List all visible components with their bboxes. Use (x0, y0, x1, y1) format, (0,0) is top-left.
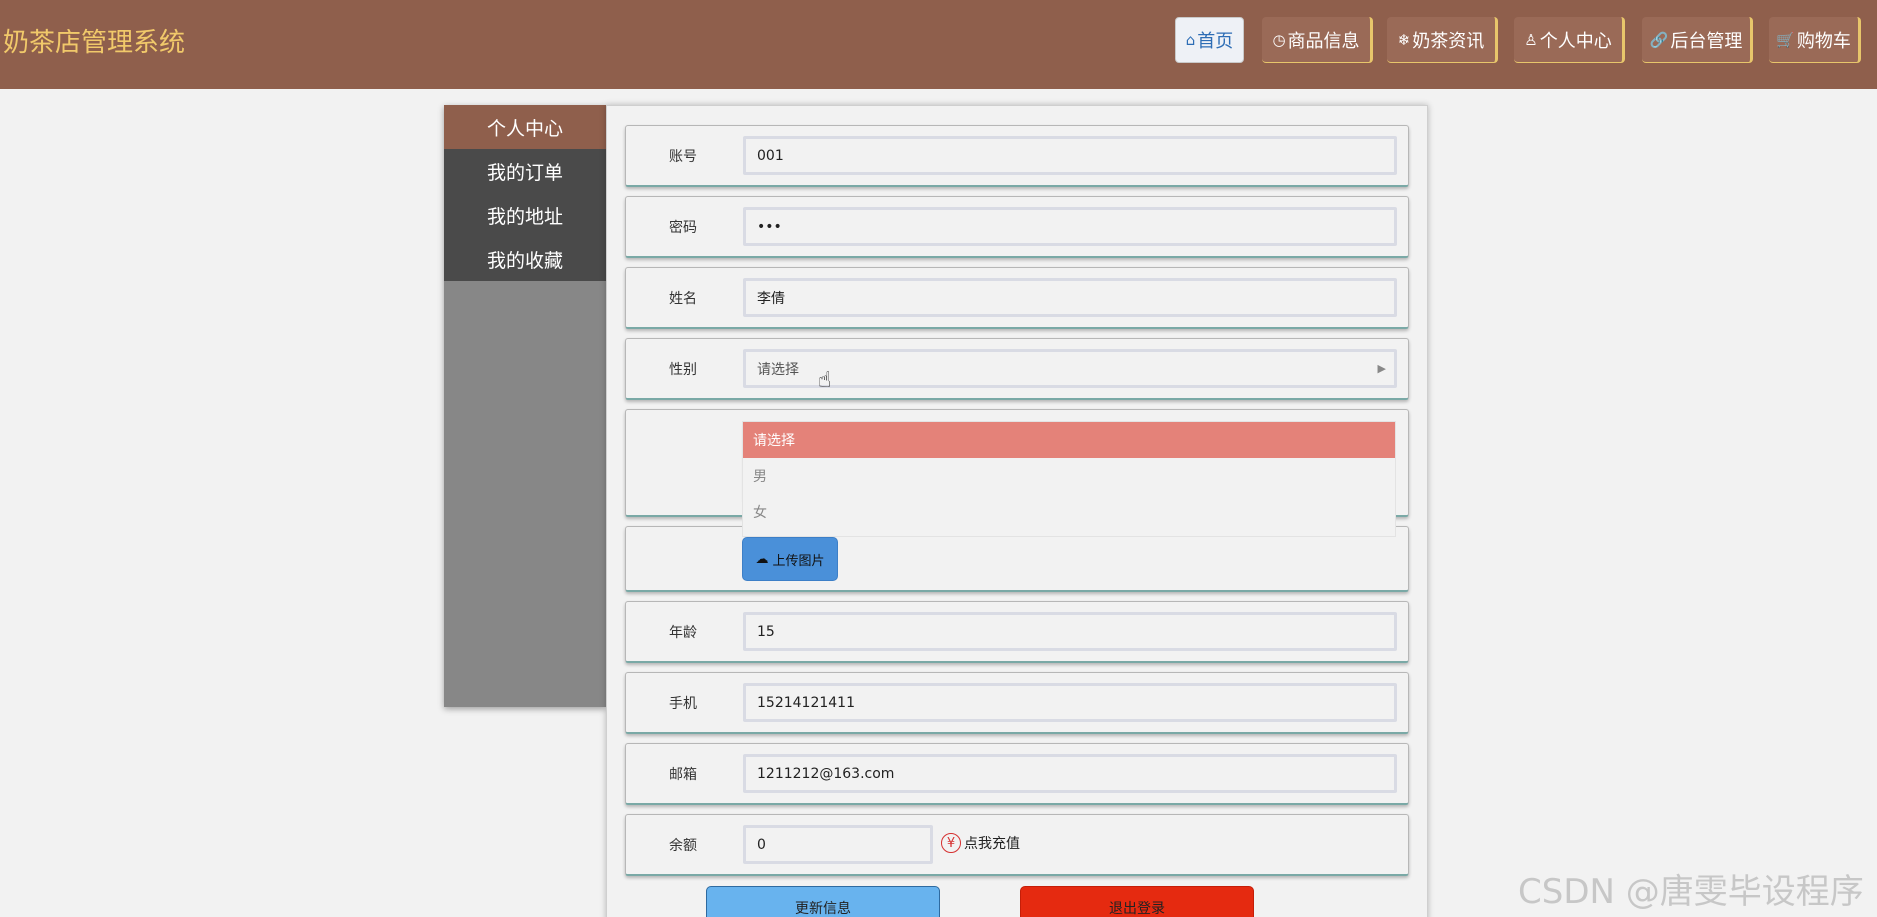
email-row: 邮箱 1211212@163.com (625, 743, 1409, 805)
gender-option[interactable]: 请选择 (743, 422, 1395, 458)
upload-image-label: 上传图片 (772, 553, 825, 569)
home-icon: ⌂ (1185, 31, 1196, 49)
account-input[interactable]: 001 (743, 136, 1397, 175)
email-label: 邮箱 (669, 767, 697, 783)
user-icon: ♙ (1524, 30, 1538, 49)
nav-products-label: 商品信息 (1287, 30, 1360, 52)
nav-home[interactable]: ⌂ 首页 (1175, 17, 1244, 63)
phone-input[interactable]: 15214121411 (743, 683, 1397, 722)
nav-admin-label: 后台管理 (1670, 30, 1743, 52)
sidebar-item-addresses[interactable]: 我的地址 (444, 193, 606, 237)
nav-cart[interactable]: 🛒 购物车 (1769, 17, 1861, 63)
balance-label: 余额 (669, 838, 697, 854)
recharge-label: 点我充值 (964, 836, 1020, 852)
recharge-link[interactable]: ¥ 点我充值 (941, 833, 1020, 853)
sidebar-item-profile[interactable]: 个人中心 (444, 105, 606, 149)
nav-products[interactable]: ◷ 商品信息 (1262, 17, 1373, 63)
hand-cursor-icon: ☝ (818, 368, 832, 393)
gender-row: 性别 请选择 ▶ (625, 338, 1409, 400)
cart-icon: 🛒 (1776, 30, 1795, 49)
gender-dropdown: 请选择 男 女 (742, 421, 1396, 537)
select-arrow-icon: ▶ (1377, 362, 1386, 375)
sidebar: 个人中心 我的订单 我的地址 我的收藏 (444, 105, 606, 707)
nav-admin[interactable]: 🔗 后台管理 (1642, 17, 1753, 63)
logout-button[interactable]: 退出登录 (1020, 886, 1254, 917)
gender-option[interactable]: 男 (743, 458, 1395, 494)
gender-select-value: 请选择 (757, 361, 799, 378)
site-brand[interactable]: 奶茶店管理系统 (3, 22, 185, 59)
nav-cart-label: 购物车 (1796, 30, 1851, 52)
yen-icon: ¥ (941, 833, 961, 853)
cloud-upload-icon: ☁ (755, 551, 769, 567)
link-icon: 🔗 (1649, 30, 1669, 49)
nav-home-label: 首页 (1197, 31, 1234, 52)
account-row: 账号 001 (625, 125, 1409, 187)
gender-option[interactable]: 女 (743, 494, 1395, 530)
age-input[interactable]: 15 (743, 612, 1397, 651)
phone-row: 手机 15214121411 (625, 672, 1409, 734)
watermark: CSDN @唐雯毕设程序 (1518, 872, 1864, 912)
clock-icon: ◷ (1272, 30, 1286, 49)
nav-news[interactable]: ❄ 奶茶资讯 (1387, 17, 1498, 63)
gender-select[interactable]: 请选择 ▶ (743, 349, 1397, 388)
nav-profile-label: 个人中心 (1539, 30, 1612, 52)
age-row: 年龄 15 (625, 601, 1409, 663)
password-label: 密码 (669, 220, 697, 236)
top-header: 奶茶店管理系统 ⌂ 首页 ◷ 商品信息 ❄ 奶茶资讯 ♙ 个人中心 🔗 后台管理… (0, 0, 1877, 89)
nav-profile[interactable]: ♙ 个人中心 (1514, 17, 1625, 63)
gender-label: 性别 (669, 362, 697, 378)
account-label: 账号 (669, 149, 697, 165)
sidebar-item-orders[interactable]: 我的订单 (444, 149, 606, 193)
balance-input[interactable]: 0 (743, 825, 933, 864)
update-info-button[interactable]: 更新信息 (706, 886, 940, 917)
email-input[interactable]: 1211212@163.com (743, 754, 1397, 793)
upload-image-button[interactable]: ☁ 上传图片 (742, 537, 838, 581)
password-input[interactable]: ••• (743, 207, 1397, 246)
name-label: 姓名 (669, 291, 697, 307)
name-input[interactable]: 李倩 (743, 278, 1397, 317)
age-label: 年龄 (669, 625, 697, 641)
sidebar-item-favorites[interactable]: 我的收藏 (444, 237, 606, 281)
phone-label: 手机 (669, 696, 697, 712)
snowflake-icon: ❄ (1397, 30, 1411, 49)
nav-news-label: 奶茶资讯 (1412, 30, 1485, 52)
password-row: 密码 ••• (625, 196, 1409, 258)
name-row: 姓名 李倩 (625, 267, 1409, 329)
